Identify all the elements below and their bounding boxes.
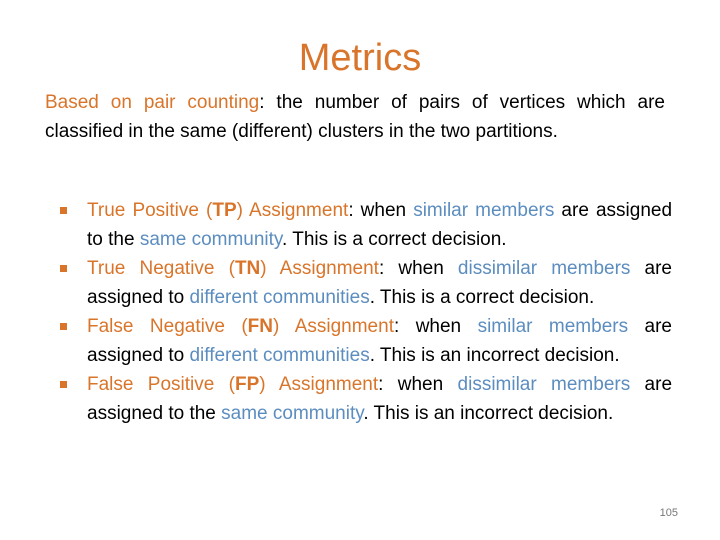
list-item-fp: False Positive (FP) Assignment: when dis…: [60, 370, 672, 428]
highlight: same community: [139, 229, 283, 250]
list-item-tp: True Positive (TP) Assignment: when simi…: [60, 196, 672, 254]
term-abbr: FP: [234, 374, 260, 395]
assignment-list: True Positive (TP) Assignment: when simi…: [60, 196, 672, 428]
highlight: same community: [221, 403, 364, 424]
term-abbr: TP: [212, 200, 237, 221]
text: . This is an incorrect decision.: [363, 403, 614, 424]
term-label: True Positive (: [87, 200, 213, 221]
highlight: similar members: [477, 316, 629, 337]
text: . This is an incorrect decision.: [369, 345, 620, 366]
list-item-tn: True Negative (TN) Assignment: when diss…: [60, 254, 672, 312]
highlight: dissimilar members: [457, 258, 631, 279]
term-label: False Positive (: [87, 374, 235, 395]
term-abbr: TN: [234, 258, 261, 279]
term-label-end: ) Assignment: [260, 258, 379, 279]
bullet-square-icon: [60, 265, 67, 272]
text: : when: [348, 200, 414, 221]
slide-title: Metrics: [298, 37, 422, 79]
highlight: similar members: [413, 200, 555, 221]
text: . This is a correct decision.: [369, 287, 595, 308]
text: : when: [393, 316, 478, 337]
highlight: different communities: [189, 345, 370, 366]
bullet-square-icon: [60, 381, 67, 388]
highlight: dissimilar members: [457, 374, 631, 395]
intro-paragraph: Based on pair counting: the number of pa…: [45, 88, 665, 146]
text: . This is a correct decision.: [282, 229, 507, 250]
intro-highlight: Based on pair counting: [45, 92, 260, 113]
text: : when: [378, 258, 458, 279]
term-label: True Negative (: [87, 258, 235, 279]
term-label: False Negative (: [87, 316, 248, 337]
bullet-square-icon: [60, 323, 67, 330]
term-label-end: ) Assignment: [236, 200, 349, 221]
list-item-fn: False Negative (FN) Assignment: when sim…: [60, 312, 672, 370]
page-number: 105: [659, 507, 678, 519]
term-label-end: ) Assignment: [259, 374, 379, 395]
term-abbr: FN: [247, 316, 273, 337]
bullet-square-icon: [60, 207, 67, 214]
highlight: different communities: [189, 287, 370, 308]
term-label-end: ) Assignment: [272, 316, 394, 337]
text: : when: [378, 374, 458, 395]
